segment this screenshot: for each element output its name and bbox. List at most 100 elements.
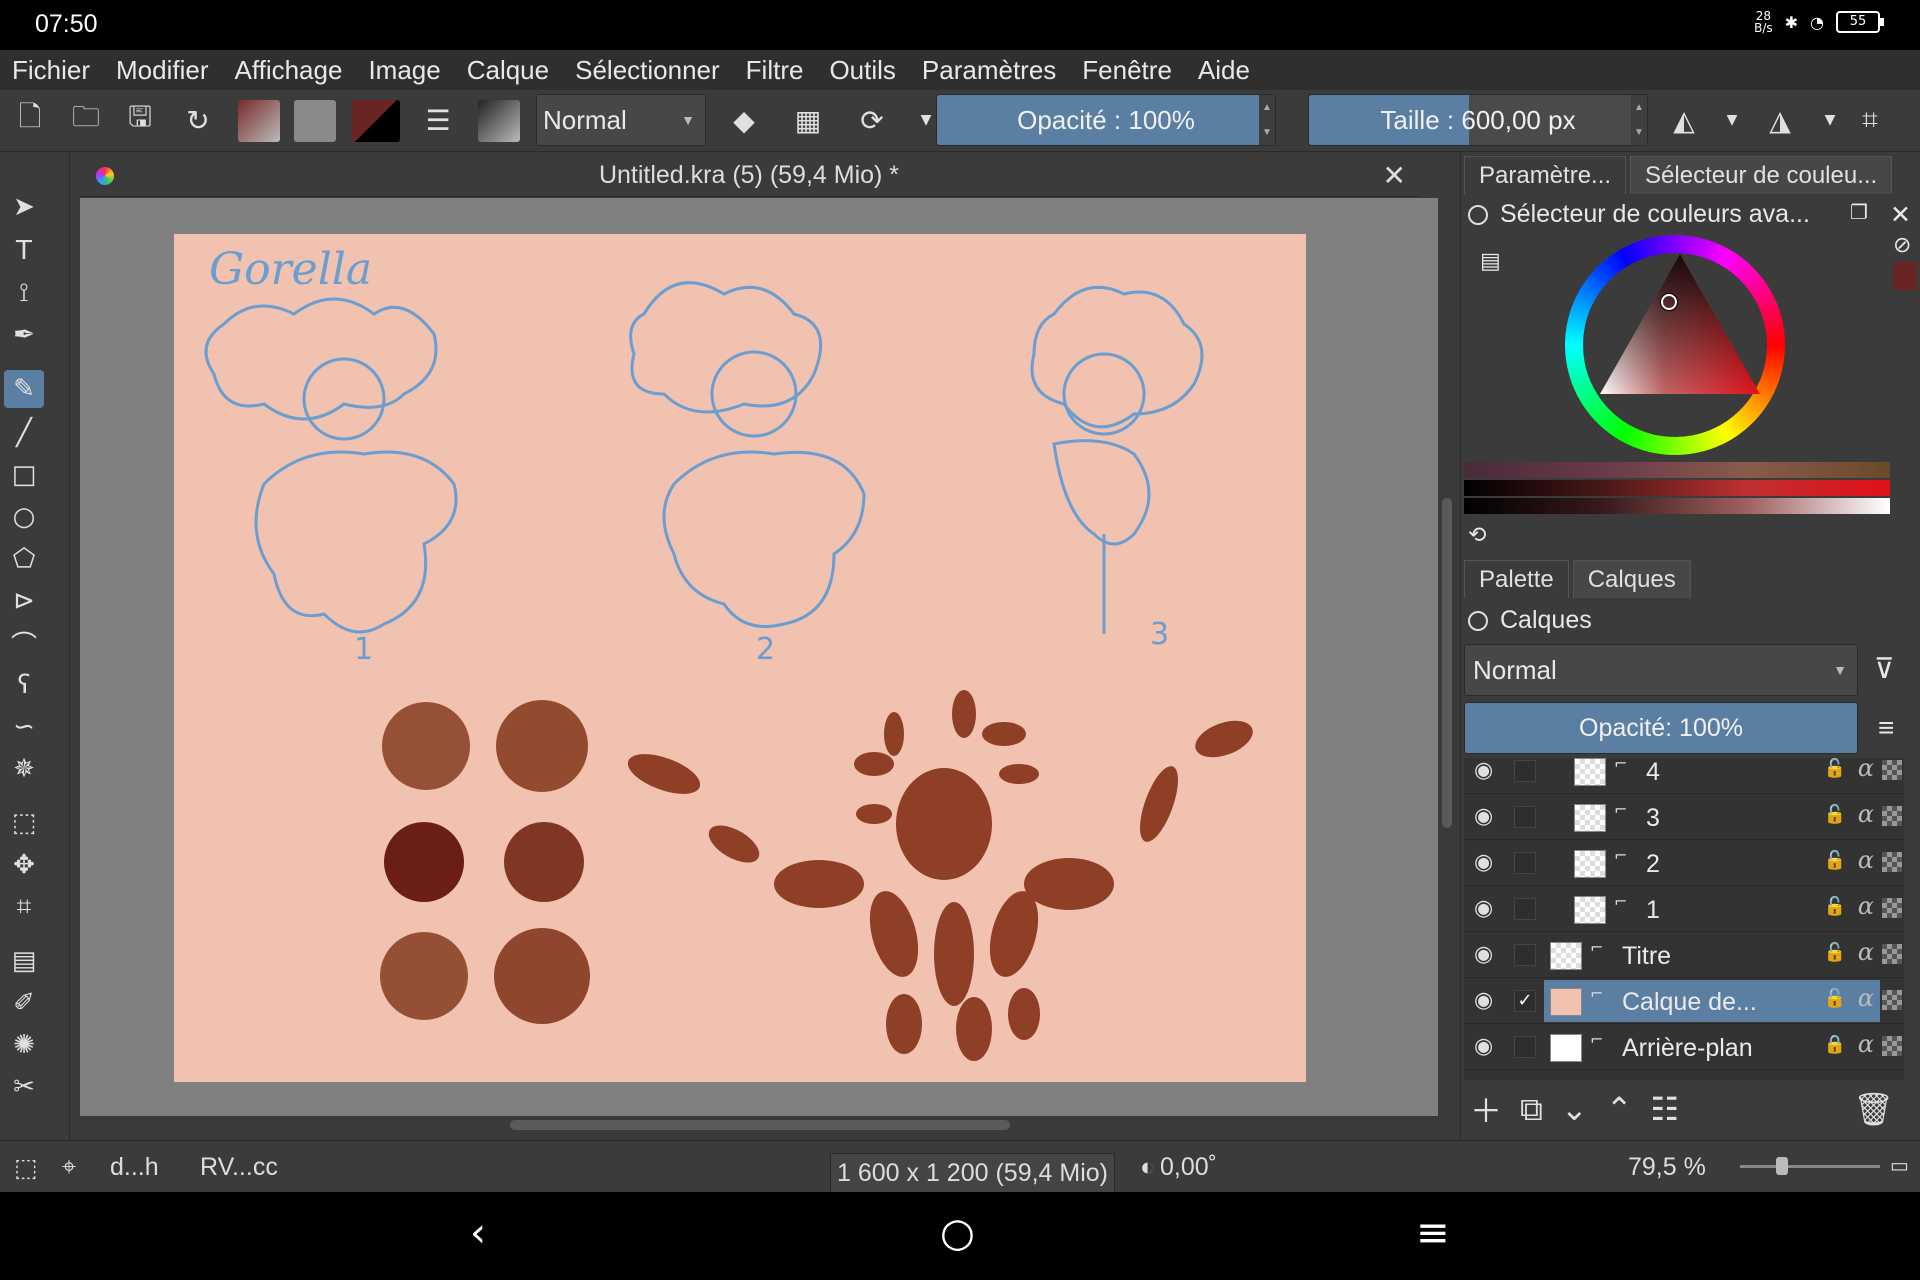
crop-icon[interactable]: ⌗: [1850, 100, 1890, 140]
zoom-slider-handle[interactable]: [1776, 1157, 1788, 1175]
tab-calques[interactable]: Calques: [1572, 560, 1691, 598]
menu-calque[interactable]: Calque: [467, 55, 549, 86]
layer-select-checkbox[interactable]: ✓: [1514, 990, 1536, 1012]
menu-modifier[interactable]: Modifier: [116, 55, 208, 86]
freehand-path-tool-icon[interactable]: ʕ: [4, 666, 44, 704]
layer-menu-icon[interactable]: ≡: [1878, 712, 1894, 744]
selector-settings-icon[interactable]: ▤: [1480, 248, 1501, 274]
transform-tool-icon[interactable]: ⬚: [4, 804, 44, 842]
close-icon[interactable]: ✕: [1383, 159, 1406, 192]
bezier-tool-icon[interactable]: ⌒: [4, 624, 44, 662]
unlocked-icon[interactable]: 🔓: [1824, 942, 1846, 963]
dynamic-brush-tool-icon[interactable]: ∽: [4, 708, 44, 746]
menu-affichage[interactable]: Affichage: [235, 55, 343, 86]
menu-selectionner[interactable]: Sélectionner: [575, 55, 720, 86]
menu-fenetre[interactable]: Fenêtre: [1082, 55, 1172, 86]
unlocked-icon[interactable]: 🔓: [1824, 758, 1846, 779]
visibility-eye-icon[interactable]: ◉: [1474, 942, 1493, 967]
chevron-down-icon[interactable]: ▼: [1810, 100, 1850, 140]
select-shape-tool-icon[interactable]: ➤: [4, 188, 44, 226]
preserve-alpha-icon[interactable]: ▦: [788, 100, 828, 140]
alpha-lock-icon[interactable]: α: [1858, 1030, 1874, 1058]
layer-properties-icon[interactable]: ☷: [1651, 1090, 1680, 1128]
visibility-eye-icon[interactable]: ◉: [1474, 850, 1493, 875]
rectangle-tool-icon[interactable]: □: [4, 456, 44, 494]
freehand-brush-tool-icon[interactable]: ✎: [4, 370, 44, 408]
canvas-horizontal-scrollbar[interactable]: [80, 1116, 1438, 1134]
unlocked-icon[interactable]: 🔓: [1824, 896, 1846, 917]
visibility-eye-icon[interactable]: ◉: [1474, 1034, 1493, 1059]
opacity-slider[interactable]: Opacité : 100% ▲ ▼: [936, 94, 1276, 146]
layer-opacity-slider[interactable]: Opacité: 100%: [1464, 702, 1858, 754]
layer-select-checkbox[interactable]: [1514, 806, 1536, 828]
recents-icon[interactable]: ≡: [1416, 1210, 1450, 1256]
mirror-vertical-icon[interactable]: ◮: [1760, 100, 1800, 140]
inherit-alpha-icon[interactable]: [1882, 898, 1902, 918]
menu-filtre[interactable]: Filtre: [746, 55, 804, 86]
vertical-scroll-thumb[interactable]: [1442, 498, 1452, 828]
inherit-alpha-icon[interactable]: [1882, 852, 1902, 872]
delete-layer-icon[interactable]: 🗑: [1853, 1090, 1894, 1128]
new-document-icon[interactable]: 🗋: [10, 100, 50, 140]
layer-select-checkbox[interactable]: [1514, 898, 1536, 920]
layer-row-titre[interactable]: ◉ ⌐ Titre 🔓 α: [1464, 932, 1904, 978]
alpha-lock-icon[interactable]: α: [1858, 984, 1874, 1012]
menu-aide[interactable]: Aide: [1198, 55, 1250, 86]
line-tool-icon[interactable]: ╱: [4, 414, 44, 452]
brush-outline-icon[interactable]: ⌖: [62, 1153, 76, 1182]
tab-color-selector[interactable]: Sélecteur de couleu...: [1630, 156, 1893, 194]
layer-row-1[interactable]: ◉ ⌐ 1 🔓 α: [1464, 886, 1904, 932]
locked-icon[interactable]: 🔒: [1824, 1034, 1846, 1055]
eraser-icon[interactable]: ◆: [724, 100, 764, 140]
brush-settings-icon[interactable]: ☰: [418, 100, 458, 140]
tab-palette[interactable]: Palette: [1464, 560, 1569, 598]
alpha-lock-icon[interactable]: α: [1858, 892, 1874, 920]
open-folder-icon[interactable]: 🗀: [66, 100, 106, 140]
menu-outils[interactable]: Outils: [829, 55, 895, 86]
inherit-alpha-icon[interactable]: [1882, 760, 1902, 780]
inherit-alpha-icon[interactable]: [1882, 990, 1902, 1010]
pattern-selector[interactable]: [294, 100, 336, 142]
menu-image[interactable]: Image: [368, 55, 440, 86]
alpha-lock-icon[interactable]: α: [1858, 758, 1874, 782]
unlocked-icon[interactable]: 🔓: [1824, 850, 1846, 871]
calligraphy-tool-icon[interactable]: ✒: [4, 316, 44, 354]
add-layer-icon[interactable]: ＋: [1470, 1086, 1502, 1132]
refresh-icon[interactable]: ⟲: [1468, 522, 1486, 548]
smart-patch-tool-icon[interactable]: ✺: [4, 1026, 44, 1064]
layer-row-2[interactable]: ◉ ⌐ 2 🔓 α: [1464, 840, 1904, 886]
lock-docker-icon[interactable]: [1468, 205, 1488, 226]
layer-row-calque-de[interactable]: ◉ ✓ ⌐ Calque de... 🔓 α: [1464, 978, 1904, 1024]
multibrush-tool-icon[interactable]: ✵: [4, 750, 44, 788]
layer-blend-mode-combo[interactable]: Normal ▼: [1464, 644, 1858, 696]
polygon-tool-icon[interactable]: ⬠: [4, 540, 44, 578]
layer-row-3[interactable]: ◉ ⌐ 3 🔓 α: [1464, 794, 1904, 840]
move-tool-icon[interactable]: ✥: [4, 846, 44, 884]
close-docker-icon[interactable]: ✕: [1890, 200, 1911, 230]
alpha-lock-icon[interactable]: α: [1858, 846, 1874, 874]
menu-fichier[interactable]: Fichier: [12, 55, 90, 86]
redo-icon[interactable]: ↻: [178, 100, 218, 140]
edit-shape-tool-icon[interactable]: ⟟: [4, 274, 44, 312]
filter-icon[interactable]: ⊽: [1874, 652, 1895, 685]
save-icon[interactable]: 🖫: [120, 100, 160, 140]
fit-view-icon[interactable]: ▭: [1890, 1153, 1909, 1178]
layer-row-4[interactable]: ◉ ⌐ 4 🔓 α: [1464, 758, 1904, 794]
ellipse-tool-icon[interactable]: ○: [4, 498, 44, 536]
horizontal-scroll-thumb[interactable]: [510, 1120, 1010, 1130]
alpha-lock-icon[interactable]: α: [1858, 938, 1874, 966]
visibility-eye-icon[interactable]: ◉: [1474, 896, 1493, 921]
no-color-icon[interactable]: ⊘: [1893, 232, 1911, 258]
size-slider[interactable]: Taille : 600,00 px ▲ ▼: [1308, 94, 1648, 146]
canvas-paper[interactable]: Gorella 1 2 3: [174, 234, 1306, 1082]
mirror-horizontal-icon[interactable]: ◭: [1664, 100, 1704, 140]
size-spinner[interactable]: ▲ ▼: [1631, 95, 1647, 145]
lock-docker-icon[interactable]: [1468, 611, 1488, 632]
shade-bar[interactable]: [1464, 480, 1890, 496]
reload-preset-icon[interactable]: ⟳: [852, 100, 892, 140]
layer-select-checkbox[interactable]: [1514, 852, 1536, 874]
selection-mode-icon[interactable]: ⬚: [14, 1153, 38, 1183]
visibility-eye-icon[interactable]: ◉: [1474, 988, 1493, 1013]
zoom-slider[interactable]: [1740, 1165, 1880, 1168]
float-docker-icon[interactable]: ❐: [1850, 200, 1868, 225]
